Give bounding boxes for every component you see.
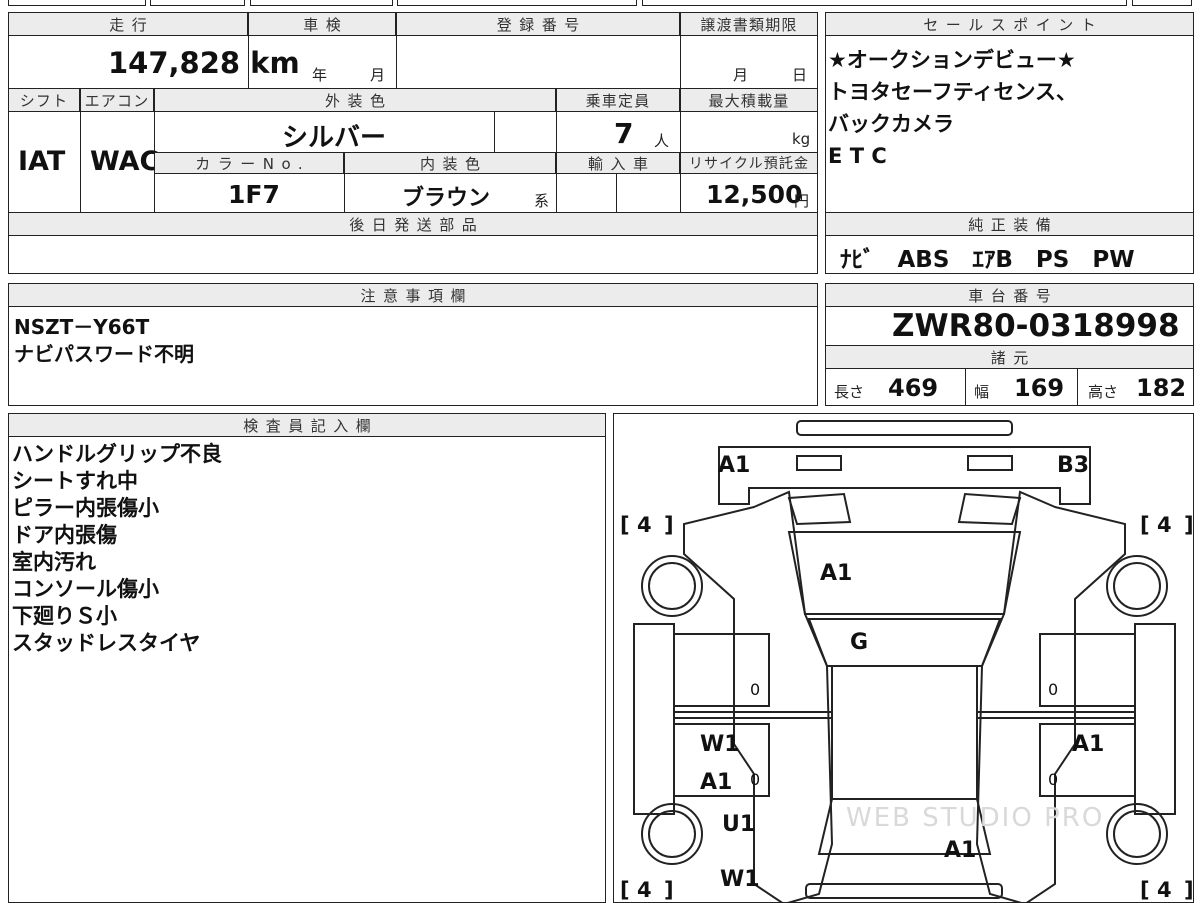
width-value: 169 [1014,374,1065,402]
mark-right-front-door: A1 [1072,732,1104,757]
inspector-line: 下廻りＳ小 [12,604,117,628]
interior-color-suffix: 系 [534,192,550,210]
aircon-value: WAC [90,146,160,177]
capacity-value: 7 [614,117,634,150]
note-line: NSZT－Y66T [14,315,150,339]
mark-hood: A1 [820,561,852,586]
capacity-header: 乗車定員 [556,88,680,112]
mark-windshield: G [850,630,868,655]
top-strip-cell [642,0,1127,6]
tire-bracket-right-open: [ [1140,878,1150,902]
registration-header: 登録番号 [396,12,680,36]
capacity-unit: 人 [654,132,670,150]
tire-bracket-left-close: ] [664,878,674,902]
tire-grade-rear-left: 4 [637,878,652,902]
inspector-line: 室内汚れ [12,550,96,574]
import-header: 輸入車 [556,152,680,174]
tire-bracket-right-open: [ [1140,513,1150,537]
length-label: 長さ [834,383,865,401]
tire-grade-front-left: 4 [637,513,652,537]
inspector-list: ハンドルグリップ不良 シートすれ中 ピラー内張傷小 ドア内張傷 室内汚れ コンソ… [12,441,222,657]
specs-header: 諸元 [825,345,1194,369]
interior-color-value: ブラウン [402,186,491,211]
inspection-year-unit: 年 [312,66,328,84]
tire-grade-front-right: 4 [1157,513,1172,537]
shift-value: IAT [18,146,66,177]
mark-left-front-door: W1 [700,732,740,757]
transfer-deadline-header: 譲渡書類期限 [680,12,818,36]
inspector-line: ドア内張傷 [12,523,117,547]
mileage-value: 147,828 km [108,46,300,80]
height-label: 高さ [1088,383,1119,401]
top-strip-cell [250,0,393,6]
sales-points-header: セールスポイント [825,12,1194,36]
inspection-month-unit: 月 [370,66,386,84]
sales-point-line: バックカメラ [828,112,954,136]
chassis-number: ZWR80-0318998 [892,308,1180,344]
inspector-line: コンソール傷小 [12,577,159,601]
exterior-color-value: シルバー [282,123,387,153]
sales-points-list: ★オークションデビュー★ トヨタセーフティセンス、 バックカメラ ETC [828,44,1077,172]
tire-bracket-left-close: ] [664,513,674,537]
mark-front-right: B3 [1057,453,1089,478]
tire-bracket-left-open: [ [620,513,630,537]
recycle-header: リサイクル預託金 [680,152,818,174]
sales-point-line: ETC [828,144,895,168]
tire-bracket-left-open: [ [620,878,630,902]
height-value: 182 [1136,374,1187,402]
top-strip-cell [1132,0,1192,6]
zero-mark: 0 [1048,680,1058,699]
interior-color-header: 内装色 [344,152,556,174]
mark-left-rear-panel: U1 [722,812,755,837]
notes-list: NSZT－Y66T ナビパスワード不明 [14,314,194,368]
color-no-value: 1F7 [228,180,280,209]
watermark: WEB STUDIO PRO [846,803,1104,833]
mark-left-rear-door: A1 [700,770,732,795]
shift-header: シフト [8,88,80,112]
car-diagram-panel: [ ] [ ] [ ] [ ] 4 4 4 4 0 0 0 0 A1 B3 A1… [613,413,1194,903]
notes-header: 注意事項欄 [8,283,818,307]
mark-roof-rear: A1 [944,838,976,863]
tire-grade-rear-right: 4 [1157,878,1172,902]
transfer-month-unit: 月 [733,66,749,84]
max-load-header: 最大積載量 [680,88,818,112]
top-strip-cell [150,0,245,6]
zero-mark: 0 [750,770,760,789]
inspector-line: ピラー内張傷小 [12,496,159,520]
tire-bracket-right-close: ] [1184,513,1194,537]
inspection-header: 車検 [248,12,396,36]
sales-point-line: トヨタセーフティセンス、 [828,80,1078,104]
exterior-color-header: 外装色 [154,88,556,112]
sales-point-line: ★オークションデビュー★ [828,48,1076,72]
recycle-unit: 円 [794,192,810,210]
top-strip-cell [397,0,637,6]
inspector-header: 検査員記入欄 [8,413,606,437]
inspector-line: シートすれ中 [12,469,138,493]
max-load-unit: kg [792,130,811,148]
mark-left-rear-lower: W1 [720,867,760,892]
inspector-line: ハンドルグリップ不良 [12,442,222,466]
car-diagram: [ ] [ ] [ ] [ ] 4 4 4 4 0 0 0 0 A1 B3 A1… [620,420,1194,902]
transfer-day-unit: 日 [792,66,808,84]
zero-mark: 0 [750,680,760,699]
later-parts-header: 後日発送部品 [8,212,818,236]
top-strip-cell [8,0,146,6]
factory-equipment-header: 純正装備 [825,212,1194,236]
width-label: 幅 [974,383,990,401]
length-value: 469 [888,374,939,402]
color-no-header: カラーNo. [154,152,344,174]
zero-mark: 0 [1048,770,1058,789]
inspector-line: スタッドレスタイヤ [12,631,201,655]
mileage-header: 走行 [8,12,248,36]
recycle-value: 12,500 [706,180,803,209]
note-line: ナビパスワード不明 [14,342,194,366]
aircon-header: エアコン [80,88,154,112]
tire-bracket-right-close: ] [1184,878,1194,902]
mark-front-left: A1 [718,453,750,478]
chassis-header: 車台番号 [825,283,1194,307]
factory-equipment-value: ﾅﾋﾞ ABS ｴｱB PS PW [840,247,1135,273]
